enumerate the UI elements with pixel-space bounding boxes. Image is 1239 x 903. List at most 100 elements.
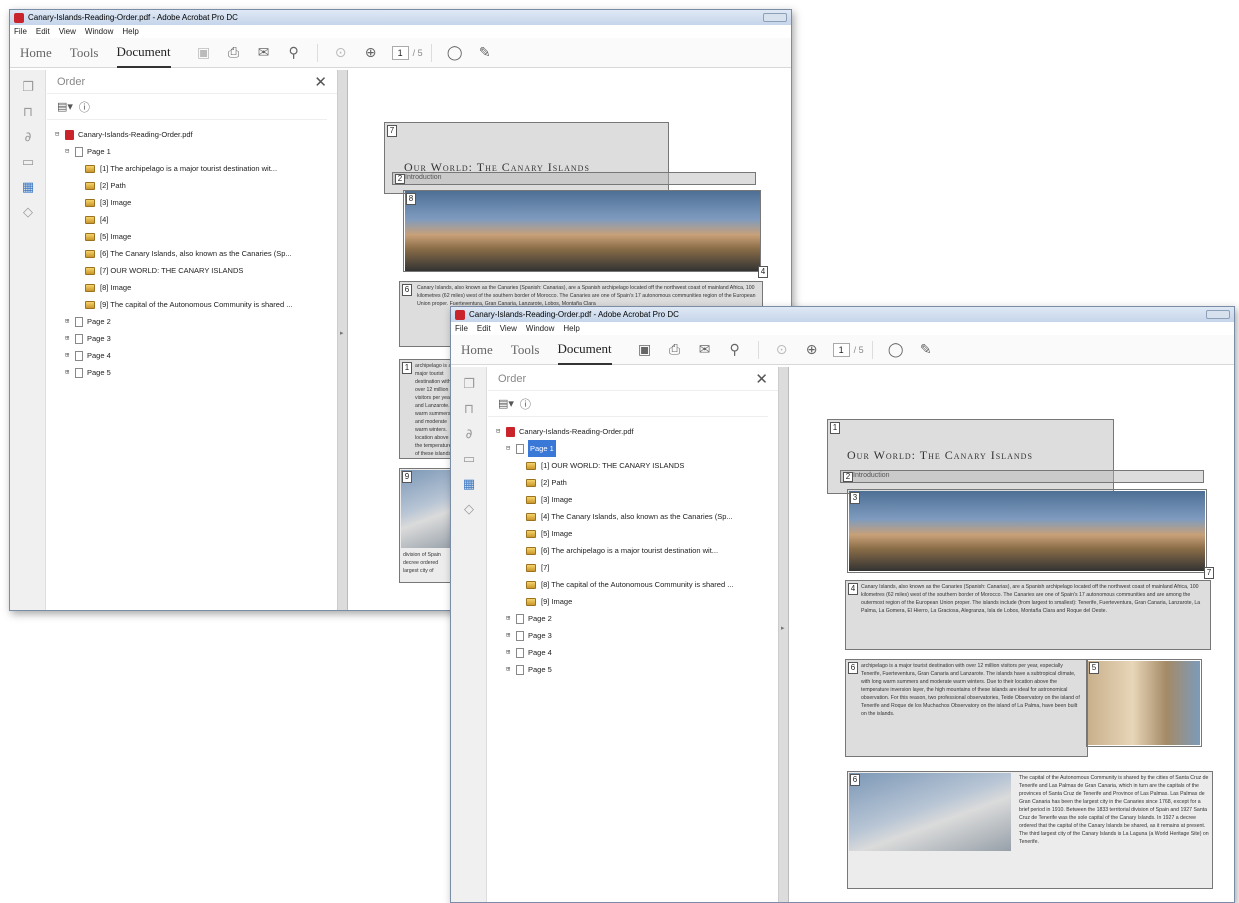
tab-document[interactable]: Document bbox=[116, 38, 171, 68]
reading-order-box[interactable]: 6 archipelago is a major tourist destina… bbox=[845, 659, 1088, 757]
window-controls[interactable] bbox=[763, 13, 787, 22]
reading-order-box[interactable]: 2 Introduction bbox=[840, 470, 1204, 483]
sign-pen-icon[interactable]: ✎ bbox=[918, 342, 934, 358]
list-item[interactable]: [6] The archipelago is a major tourist d… bbox=[496, 542, 778, 559]
reading-order-box[interactable]: 2 Introduction bbox=[392, 172, 756, 185]
tab-home[interactable]: Home bbox=[461, 336, 493, 364]
next-page-icon[interactable]: ⊕ bbox=[363, 45, 379, 61]
list-item[interactable]: [1] The archipelago is a major tourist d… bbox=[55, 160, 337, 177]
list-item[interactable]: [9] Image bbox=[496, 593, 778, 610]
expand-icon[interactable]: ⊞ bbox=[506, 661, 514, 678]
collapse-icon[interactable]: ⊟ bbox=[55, 126, 63, 143]
page-thumbnails-icon[interactable]: ❐ bbox=[451, 377, 487, 392]
menu-view[interactable]: View bbox=[500, 324, 517, 333]
reading-order-box[interactable]: 3 bbox=[847, 489, 1207, 573]
collapse-icon[interactable]: ⊟ bbox=[65, 143, 73, 160]
tree-page-node[interactable]: ⊞ Page 2 bbox=[496, 610, 778, 627]
collapse-icon[interactable]: ⊟ bbox=[506, 440, 514, 457]
list-item[interactable]: [3] Image bbox=[55, 194, 337, 211]
list-item[interactable]: [8] The capital of the Autonomous Commun… bbox=[496, 576, 778, 593]
menu-edit[interactable]: Edit bbox=[36, 27, 50, 36]
print-icon[interactable]: ⎙ bbox=[667, 342, 683, 358]
window-controls[interactable] bbox=[1206, 310, 1230, 319]
content-icon[interactable]: ▭ bbox=[451, 452, 487, 467]
order-panel-icon[interactable]: ▦ bbox=[451, 477, 487, 492]
attachment-icon[interactable]: ∂ bbox=[451, 427, 487, 442]
tab-tools[interactable]: Tools bbox=[70, 39, 99, 67]
save-icon[interactable]: ▣ bbox=[196, 45, 212, 61]
info-icon[interactable]: ⓘ bbox=[520, 396, 531, 412]
bookmark-icon[interactable]: ⊓ bbox=[10, 105, 46, 120]
list-item[interactable]: [4] The Canary Islands, also known as th… bbox=[496, 508, 778, 525]
menu-edit[interactable]: Edit bbox=[477, 324, 491, 333]
menu-view[interactable]: View bbox=[59, 27, 76, 36]
reading-order-box[interactable]: 8 bbox=[403, 190, 761, 272]
tree-page-node[interactable]: ⊞ Page 5 bbox=[496, 661, 778, 678]
collapse-icon[interactable]: ⊟ bbox=[496, 423, 504, 440]
list-item[interactable]: [7] OUR WORLD: THE CANARY ISLANDS bbox=[55, 262, 337, 279]
list-item[interactable]: [4] bbox=[55, 211, 337, 228]
expand-icon[interactable]: ⊞ bbox=[65, 330, 73, 347]
panel-splitter[interactable] bbox=[338, 70, 348, 610]
list-item[interactable]: [9] The capital of the Autonomous Commun… bbox=[55, 296, 337, 313]
search-icon[interactable]: ⚲ bbox=[727, 342, 743, 358]
list-item[interactable]: [2] Path bbox=[496, 474, 778, 491]
page-thumbnails-icon[interactable]: ❐ bbox=[10, 80, 46, 95]
bookmark-icon[interactable]: ⊓ bbox=[451, 402, 487, 417]
tree-page-node[interactable]: ⊟ Page 1 bbox=[496, 440, 778, 457]
close-icon[interactable]: ✕ bbox=[314, 73, 327, 91]
save-icon[interactable]: ▣ bbox=[637, 342, 653, 358]
options-menu-icon[interactable]: ▤▾ bbox=[57, 100, 73, 113]
menu-help[interactable]: Help bbox=[122, 27, 138, 36]
tree-page-node[interactable]: ⊞ Page 5 bbox=[55, 364, 337, 381]
list-item[interactable]: [8] Image bbox=[55, 279, 337, 296]
expand-icon[interactable]: ⊞ bbox=[506, 610, 514, 627]
expand-icon[interactable]: ⊞ bbox=[506, 644, 514, 661]
info-icon[interactable]: ⓘ bbox=[79, 99, 90, 115]
menu-window[interactable]: Window bbox=[526, 324, 554, 333]
expand-icon[interactable]: ⊞ bbox=[506, 627, 514, 644]
comment-icon[interactable]: ◯ bbox=[447, 45, 463, 61]
tags-icon[interactable]: ◇ bbox=[10, 205, 46, 220]
order-panel-icon[interactable]: ▦ bbox=[10, 180, 46, 195]
reading-order-box[interactable]: 6 The capital of the Autonomous Communit… bbox=[847, 771, 1213, 889]
prev-page-icon[interactable]: ⊙ bbox=[774, 342, 790, 358]
list-item[interactable]: [3] Image bbox=[496, 491, 778, 508]
next-page-icon[interactable]: ⊕ bbox=[804, 342, 820, 358]
tree-page-node[interactable]: ⊞ Page 2 bbox=[55, 313, 337, 330]
print-icon[interactable]: ⎙ bbox=[226, 45, 242, 61]
tags-icon[interactable]: ◇ bbox=[451, 502, 487, 517]
reading-order-box[interactable]: 4 Canary Islands, also known as the Cana… bbox=[845, 580, 1211, 650]
close-icon[interactable]: ✕ bbox=[755, 370, 768, 388]
attachment-icon[interactable]: ∂ bbox=[10, 130, 46, 145]
list-item[interactable]: [7] bbox=[496, 559, 778, 576]
page-number-input[interactable]: 1 bbox=[391, 45, 409, 60]
list-item[interactable]: [1] OUR WORLD: THE CANARY ISLANDS bbox=[496, 457, 778, 474]
tree-file-node[interactable]: ⊟ Canary-Islands-Reading-Order.pdf bbox=[496, 423, 778, 440]
email-icon[interactable]: ✉ bbox=[697, 342, 713, 358]
search-icon[interactable]: ⚲ bbox=[286, 45, 302, 61]
tree-page-node[interactable]: ⊞ Page 4 bbox=[55, 347, 337, 364]
page-number-input[interactable]: 1 bbox=[832, 342, 850, 357]
list-item[interactable]: [5] Image bbox=[496, 525, 778, 542]
tree-page-node[interactable]: ⊟ Page 1 bbox=[55, 143, 337, 160]
panel-splitter[interactable] bbox=[779, 367, 789, 902]
tab-document[interactable]: Document bbox=[557, 335, 612, 365]
tree-page-node[interactable]: ⊞ Page 3 bbox=[496, 627, 778, 644]
sign-pen-icon[interactable]: ✎ bbox=[477, 45, 493, 61]
tab-home[interactable]: Home bbox=[20, 39, 52, 67]
reading-order-box[interactable]: 5 bbox=[1086, 659, 1202, 747]
menu-window[interactable]: Window bbox=[85, 27, 113, 36]
list-item[interactable]: [6] The Canary Islands, also known as th… bbox=[55, 245, 337, 262]
comment-icon[interactable]: ◯ bbox=[888, 342, 904, 358]
tree-file-node[interactable]: ⊟ Canary-Islands-Reading-Order.pdf bbox=[55, 126, 337, 143]
expand-icon[interactable]: ⊞ bbox=[65, 313, 73, 330]
content-icon[interactable]: ▭ bbox=[10, 155, 46, 170]
email-icon[interactable]: ✉ bbox=[256, 45, 272, 61]
prev-page-icon[interactable]: ⊙ bbox=[333, 45, 349, 61]
expand-icon[interactable]: ⊞ bbox=[65, 364, 73, 381]
tree-page-node[interactable]: ⊞ Page 3 bbox=[55, 330, 337, 347]
menu-file[interactable]: File bbox=[455, 324, 468, 333]
document-view[interactable]: 1 Our World: The Canary Islands 2 Introd… bbox=[790, 367, 1234, 902]
acrobat-window-front[interactable]: Canary-Islands-Reading-Order.pdf - Adobe… bbox=[450, 306, 1235, 903]
